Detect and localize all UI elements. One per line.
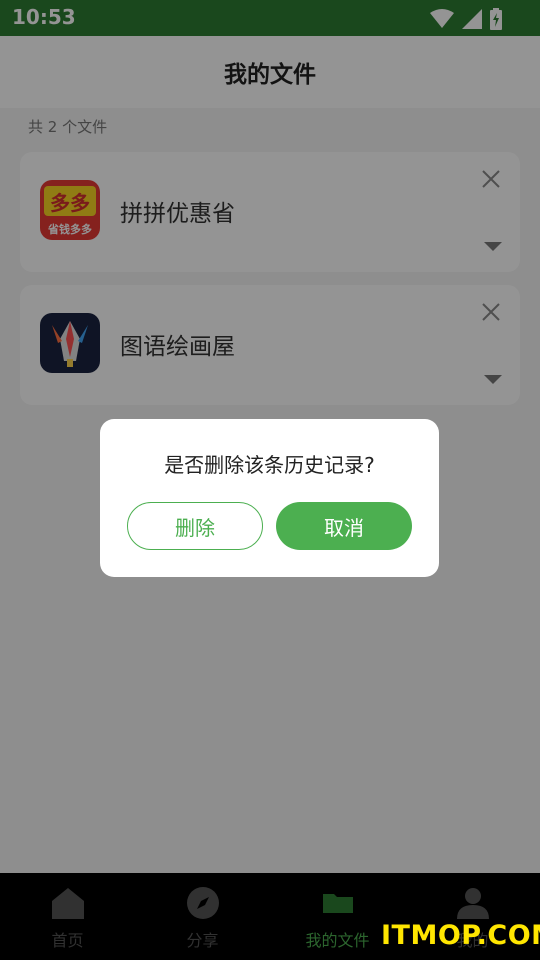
confirm-dialog: 是否删除该条历史记录? 删除 取消 xyxy=(100,419,439,577)
delete-button[interactable]: 删除 xyxy=(127,502,263,550)
watermark-text: ITMOP.COM xyxy=(381,920,540,951)
dialog-message: 是否删除该条历史记录? xyxy=(164,453,375,477)
cancel-button[interactable]: 取消 xyxy=(276,502,412,550)
